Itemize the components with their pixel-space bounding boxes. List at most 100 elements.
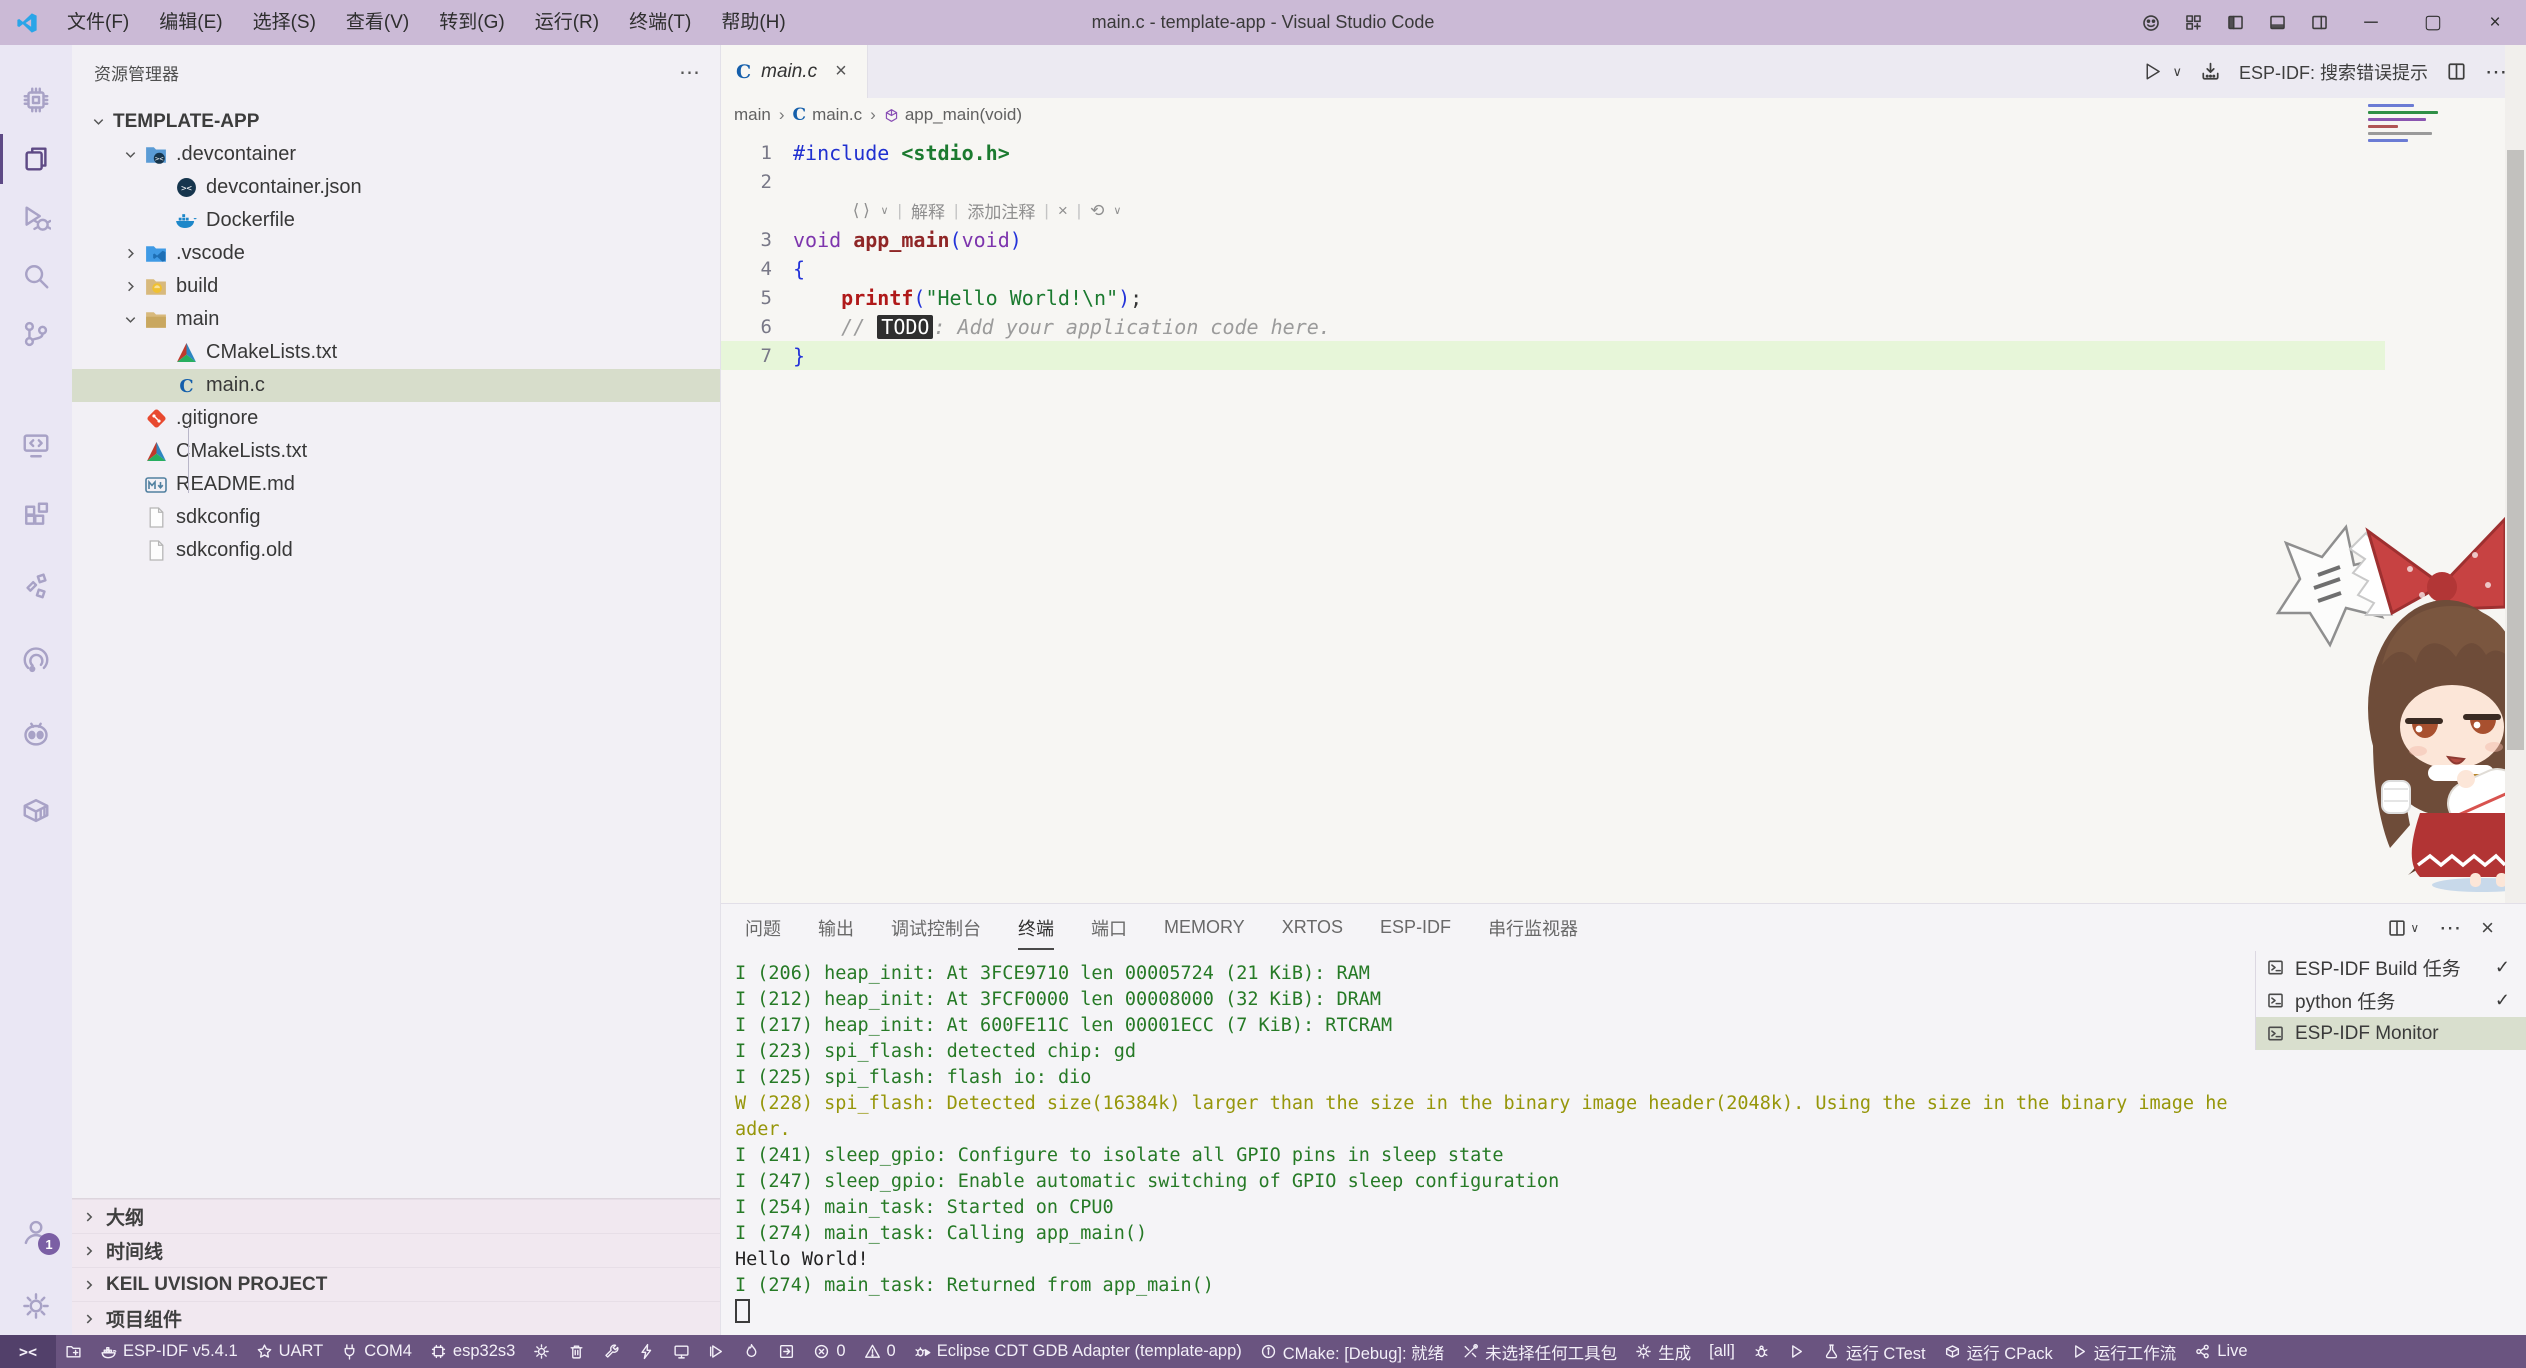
tree-item--vscode[interactable]: .vscode	[72, 237, 720, 270]
panel-close-icon[interactable]: ×	[2471, 915, 2504, 941]
line-number[interactable]: 6	[720, 316, 793, 338]
status-sdk-config[interactable]	[524, 1335, 559, 1368]
split-terminal-icon[interactable]: ∨	[2377, 918, 2429, 938]
activity-espressif[interactable]	[0, 635, 72, 685]
activity-run-and-debug[interactable]	[0, 193, 72, 243]
toggle-secondary-sidebar-icon[interactable]	[2298, 0, 2340, 45]
activity-esp-idf-explorer[interactable]	[0, 75, 72, 125]
tree-item--gitignore[interactable]: .gitignore	[72, 402, 720, 435]
status-open-idf-terminal[interactable]	[769, 1335, 804, 1368]
esp-idf-hint-button[interactable]: ESP-IDF: 搜索错误提示	[2230, 59, 2437, 85]
line-number[interactable]: 1	[720, 142, 793, 164]
run-dropdown-icon[interactable]: ∨	[2172, 64, 2191, 80]
status-build-project[interactable]	[594, 1335, 629, 1368]
status-flash-device[interactable]	[629, 1335, 664, 1368]
breadcrumb-item-0[interactable]: main	[734, 105, 771, 125]
panel-tab-6[interactable]: XRTOS	[1282, 917, 1343, 938]
plugin-icon[interactable]	[2130, 0, 2172, 45]
maximize-button[interactable]: ▢	[2402, 0, 2464, 45]
install-icon[interactable]	[2191, 61, 2230, 82]
tree-item-main[interactable]: main	[72, 303, 720, 336]
status-full-clean[interactable]	[559, 1335, 594, 1368]
menu-item-2[interactable]: 选择(S)	[238, 0, 331, 45]
status-device-target[interactable]: esp32s3	[421, 1335, 524, 1368]
breadcrumb-item-1[interactable]: Cmain.c	[793, 105, 863, 125]
tree-item-dockerfile[interactable]: Dockerfile	[72, 204, 720, 237]
panel-tab-7[interactable]: ESP-IDF	[1380, 917, 1451, 938]
status-errors[interactable]: 0	[804, 1335, 854, 1368]
activity-account[interactable]: 1	[0, 1207, 72, 1257]
activity-platformio[interactable]	[0, 710, 72, 760]
activity-remote-explorer[interactable]	[0, 420, 72, 470]
tree-item-main-c[interactable]: Cmain.c	[72, 369, 720, 402]
tab-main-c[interactable]: C main.c ×	[720, 45, 868, 98]
layout-grid-icon[interactable]	[2172, 0, 2214, 45]
status-esp-idf-version[interactable]: ESP-IDF v5.4.1	[91, 1335, 247, 1368]
status-monitor-device[interactable]	[664, 1335, 699, 1368]
activity-extensions[interactable]	[0, 490, 72, 540]
terminal[interactable]: I (206) heap_init: At 3FCE9710 len 00005…	[735, 961, 2233, 1326]
code-area[interactable]: 1#include <stdio.h> 2 ⟨⟩∨ |解释 |添加注释 |× |…	[720, 138, 2385, 370]
menu-item-1[interactable]: 编辑(E)	[144, 0, 237, 45]
remote-indicator[interactable]: ><	[0, 1335, 56, 1368]
explorer-more-actions-icon[interactable]: ⋯	[679, 60, 700, 85]
editor-scrollbar[interactable]	[2505, 45, 2526, 903]
menu-item-3[interactable]: 查看(V)	[331, 0, 424, 45]
tab-close-icon[interactable]: ×	[831, 60, 851, 83]
sidebar-section-0[interactable]: 大纲	[72, 1199, 720, 1233]
status-run-ctest[interactable]: 运行 CTest	[1814, 1335, 1935, 1368]
status-run-workflow[interactable]: 运行工作流	[2062, 1335, 2186, 1368]
menu-item-4[interactable]: 转到(G)	[424, 0, 519, 45]
tree-item-sdkconfig[interactable]: sdkconfig	[72, 501, 720, 534]
panel-more-actions-icon[interactable]: ⋯	[2429, 915, 2471, 941]
minimap[interactable]	[2368, 100, 2478, 146]
terminal-list-item-1[interactable]: python 任务 ✓	[2256, 984, 2526, 1017]
panel-tab-2[interactable]: 调试控制台	[891, 915, 981, 941]
status-debug-device[interactable]	[699, 1335, 734, 1368]
line-number[interactable]: 4	[720, 258, 793, 280]
status-flash-method[interactable]: UART	[247, 1335, 333, 1368]
activity-esp-idf-tools[interactable]	[0, 560, 72, 610]
sidebar-section-2[interactable]: KEIL UVISION PROJECT	[72, 1267, 720, 1301]
terminal-list-item-2[interactable]: ESP-IDF Monitor	[2256, 1017, 2526, 1050]
activity-dev-containers[interactable]	[0, 785, 72, 835]
status-build-flash-monitor[interactable]	[734, 1335, 769, 1368]
ai-settings-icon[interactable]: ⟲	[1090, 201, 1104, 221]
line-number[interactable]: 3	[720, 229, 793, 251]
activity-settings[interactable]	[0, 1281, 72, 1331]
tree-item-readme-md[interactable]: README.md	[72, 468, 720, 501]
activity-explorer[interactable]	[0, 134, 72, 184]
toggle-sidebar-icon[interactable]	[2214, 0, 2256, 45]
breadcrumb-item-2[interactable]: app_main(void)	[884, 105, 1022, 125]
activity-search[interactable]	[0, 251, 72, 301]
status-cmake-debug[interactable]	[1744, 1335, 1779, 1368]
activity-source-control[interactable]	[0, 309, 72, 359]
tree-item--devcontainer[interactable]: ><.devcontainer	[72, 138, 720, 171]
tree-item-sdkconfig-old[interactable]: sdkconfig.old	[72, 534, 720, 567]
status-kit-selection[interactable]: 未选择任何工具包	[1453, 1335, 1626, 1368]
status-serial-port[interactable]: COM4	[332, 1335, 421, 1368]
sidebar-section-3[interactable]: 项目组件	[72, 1301, 720, 1335]
line-number[interactable]: 2	[720, 171, 793, 193]
panel-tab-0[interactable]: 问题	[745, 915, 781, 941]
toggle-panel-icon[interactable]	[2256, 0, 2298, 45]
status-build-target[interactable]: [all]	[1700, 1335, 1744, 1368]
menu-item-0[interactable]: 文件(F)	[52, 0, 144, 45]
panel-tab-8[interactable]: 串行监视器	[1488, 915, 1578, 941]
close-button[interactable]: ×	[2464, 0, 2526, 45]
split-editor-icon[interactable]	[2437, 61, 2476, 82]
line-number[interactable]: 5	[720, 287, 793, 309]
run-button[interactable]	[2133, 61, 2172, 82]
menu-item-7[interactable]: 帮助(H)	[706, 0, 800, 45]
status-cmake-build[interactable]: 生成	[1626, 1335, 1700, 1368]
ai-logo-icon[interactable]: ⟨⟩	[851, 201, 871, 221]
ai-close-icon[interactable]: ×	[1058, 201, 1068, 221]
status-cmake-launch[interactable]	[1779, 1335, 1814, 1368]
menu-item-5[interactable]: 运行(R)	[520, 0, 614, 45]
tree-item-build[interactable]: build	[72, 270, 720, 303]
status-run-cpack[interactable]: 运行 CPack	[1935, 1335, 2062, 1368]
status-live-share[interactable]: Live	[2185, 1335, 2256, 1368]
ai-add-comment-button[interactable]: 添加注释	[967, 198, 1035, 223]
status-cmake-status[interactable]: CMake: [Debug]: 就绪	[1251, 1335, 1453, 1368]
tree-item-devcontainer-json[interactable]: ><devcontainer.json	[72, 171, 720, 204]
